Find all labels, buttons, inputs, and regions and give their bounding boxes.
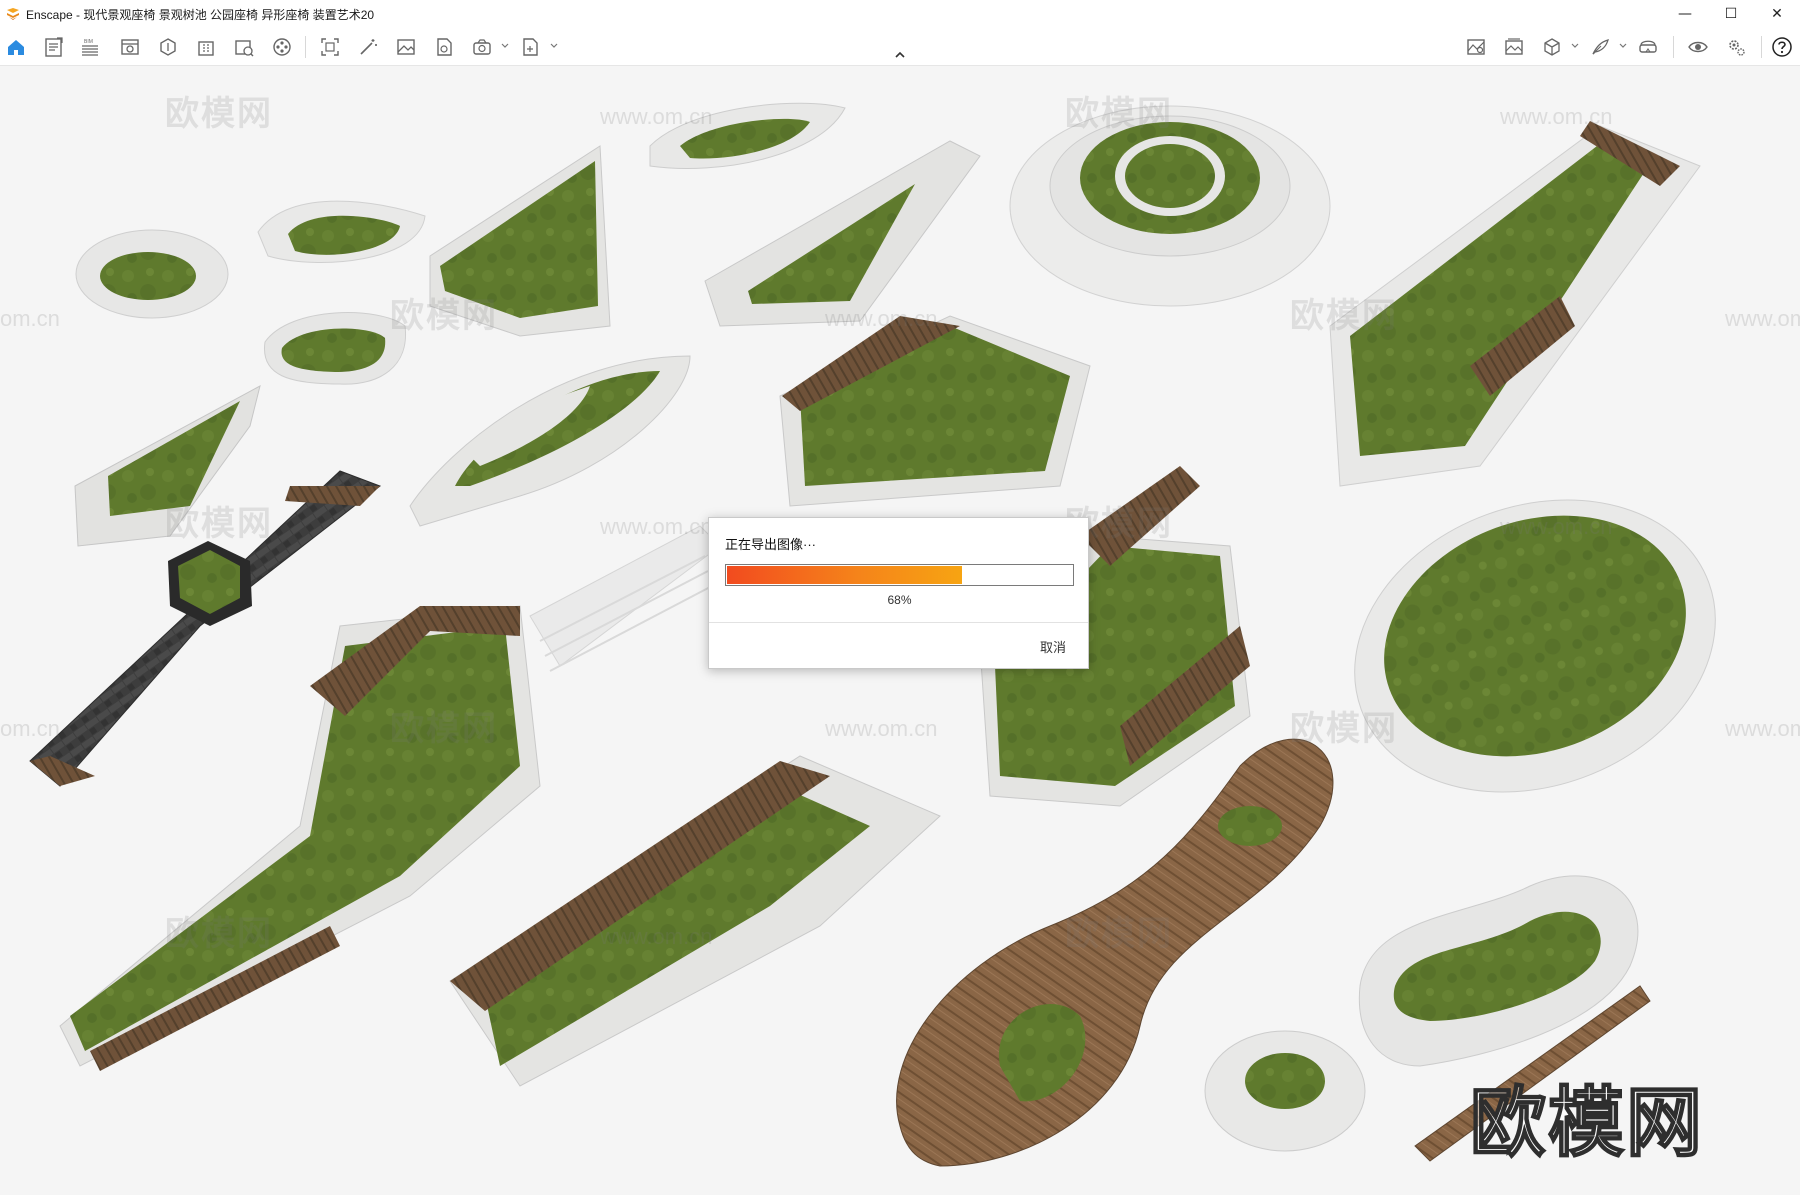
close-button[interactable]: ✕ [1754,0,1800,28]
watermark-url: www.om.cn [1500,104,1613,129]
view-icon[interactable] [116,34,144,60]
watermark: 欧模网 [1290,710,1398,748]
notes-icon[interactable] [40,34,68,60]
watermark: 欧模网 [390,297,498,335]
window-controls: — ☐ ✕ [1662,0,1800,28]
watermark: 欧模网 [390,710,498,748]
chevron-down-icon[interactable] [1618,41,1628,51]
settings-icon[interactable] [1722,34,1750,60]
asset-icon[interactable] [430,34,458,60]
bim-list-icon[interactable]: BIM [76,34,104,60]
chevron-down-icon[interactable] [500,41,510,51]
cancel-button[interactable]: 取消 [1040,637,1066,656]
watermark: 欧模网 [165,505,273,543]
title-bar: Enscape - 现代景观座椅 景观树池 公园座椅 异形座椅 装置艺术20 —… [0,0,1800,28]
frame-icon[interactable] [316,34,344,60]
watermark-url: www.om.cn [600,514,713,539]
watermark-url: www.om.cn [600,924,713,949]
home-icon[interactable] [2,34,30,60]
export-icon[interactable] [468,34,496,60]
building-icon[interactable] [192,34,220,60]
batch-export-icon[interactable] [516,34,544,60]
toolbar: BIM [0,28,1800,66]
export-progress-dialog: 正在导出图像··· 68% 取消 [708,517,1089,669]
watermark-url: om.cn [0,306,60,331]
watermark: 欧模网 [1065,95,1173,133]
toolbar-separator [1673,36,1674,58]
magic-wand-icon[interactable] [354,34,382,60]
cube-view-icon[interactable] [1538,34,1566,60]
vr-headset-icon[interactable] [1634,34,1662,60]
visibility-icon[interactable] [1684,34,1712,60]
watermark: 欧模网 [1065,915,1173,953]
watermark: 欧模网 [165,915,273,953]
chevron-down-icon[interactable] [1570,41,1580,51]
chevron-down-icon[interactable] [549,41,559,51]
maximize-button[interactable]: ☐ [1708,0,1754,28]
watermark-url: www.om.cn [825,306,938,331]
toolbar-separator [1761,36,1762,58]
progress-percent-label: 68% [887,593,912,607]
watermark-url: www.om.cn [1725,716,1800,741]
watermark-url: om.cn [0,716,60,741]
object-info-icon[interactable] [230,34,258,60]
collapse-toolbar-icon[interactable] [893,50,907,60]
material-icon[interactable] [154,34,182,60]
image-icon[interactable] [392,34,420,60]
watermark-url: www.om.cn [825,716,938,741]
svg-text:BIM: BIM [84,39,93,45]
watermark-url: www.om.cn [1725,306,1800,331]
watermark: 欧模网 [165,95,273,133]
video-icon[interactable] [268,34,296,60]
progress-bar-fill [727,566,962,584]
toolbar-separator [305,36,306,58]
dialog-divider [709,622,1088,623]
help-icon[interactable] [1768,34,1796,60]
minimize-button[interactable]: — [1662,0,1708,28]
brand-watermark-logo: 欧模网 [1469,1080,1704,1167]
dialog-title: 正在导出图像··· [725,537,816,552]
watermark: 欧模网 [1290,297,1398,335]
progress-bar [725,564,1074,586]
feather-icon[interactable] [1586,34,1614,60]
atmosphere-icon[interactable] [1462,34,1490,60]
gallery-icon[interactable] [1500,34,1528,60]
window-title: Enscape - 现代景观座椅 景观树池 公园座椅 异形座椅 装置艺术20 [26,7,375,22]
enscape-logo-icon [7,8,19,20]
app-window: Enscape - 现代景观座椅 景观树池 公园座椅 异形座椅 装置艺术20 —… [0,0,1800,1195]
watermark-url: www.om.cn [600,104,713,129]
watermark-url: www.om.cn [1500,514,1613,539]
